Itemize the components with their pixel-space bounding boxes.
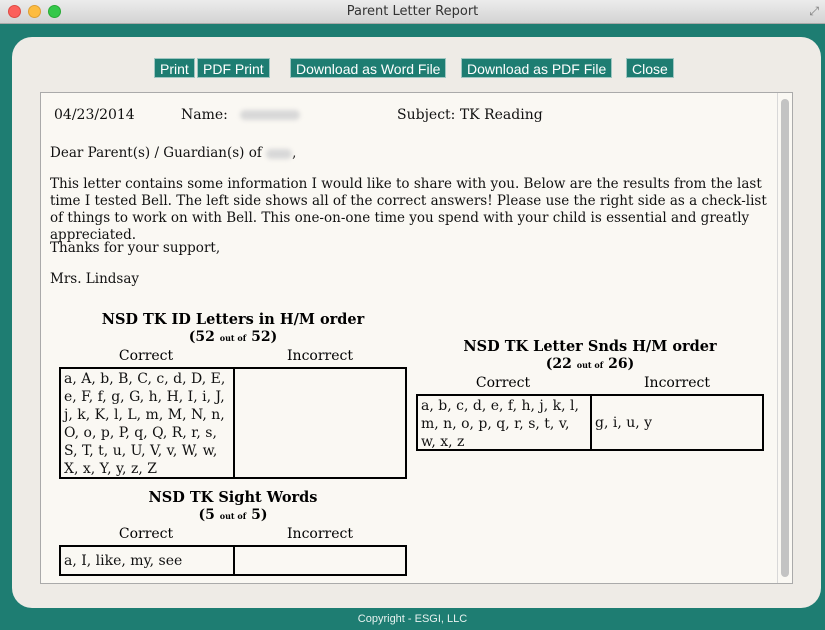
name-label: Name: — [181, 107, 228, 123]
report-content[interactable]: 04/23/2014 Name: Subject: TK Reading Dea… — [40, 92, 793, 584]
sounds-incorrect-header: Incorrect — [644, 375, 710, 391]
greeting-text: Dear Parent(s) / Guardian(s) of — [50, 145, 262, 161]
sounds-total: 26 — [608, 356, 628, 372]
sight-out-of: out of — [219, 511, 247, 521]
thanks-line: Thanks for your support, — [50, 240, 221, 256]
fullscreen-icon[interactable]: ⤢ — [809, 4, 819, 19]
letters-correct-cell: a, A, b, B, C, c, d, D, E, e, F, f, g, G… — [59, 367, 235, 479]
subject-label: Subject: TK Reading — [397, 107, 543, 123]
letters-total: 52 — [251, 329, 271, 345]
sight-incorrect-cell — [233, 545, 407, 576]
sight-score-value: 5 — [205, 507, 215, 523]
sight-incorrect-header: Incorrect — [287, 526, 353, 542]
download-pdf-button[interactable]: Download as PDF File — [461, 58, 613, 78]
report-date: 04/23/2014 — [54, 107, 135, 123]
download-word-button[interactable]: Download as Word File — [290, 58, 447, 78]
window-title: Parent Letter Report — [346, 4, 479, 19]
vertical-scrollbar[interactable] — [777, 93, 792, 583]
letters-table-title: NSD TK ID Letters in H/M order — [101, 311, 365, 328]
letters-score: (52 out of 52) — [188, 329, 278, 345]
sounds-incorrect-cell: g, i, u, y — [590, 394, 764, 451]
letters-incorrect-cell — [233, 367, 407, 479]
redacted-student — [266, 148, 293, 159]
scrollbar-thumb[interactable] — [781, 99, 789, 577]
sounds-correct-cell: a, b, c, d, e, f, h, j, k, l, m, n, o, p… — [416, 394, 592, 451]
student-name-field: Name: — [181, 107, 301, 123]
sounds-score-value: 22 — [552, 356, 572, 372]
print-button[interactable]: Print — [154, 58, 195, 78]
letters-out-of: out of — [219, 333, 247, 343]
letters-score-value: 52 — [195, 329, 215, 345]
greeting: Dear Parent(s) / Guardian(s) of , — [50, 145, 296, 161]
sounds-correct-header: Correct — [475, 375, 531, 391]
sight-table-title: NSD TK Sight Words — [148, 489, 318, 506]
sight-correct-cell: a, I, like, my, see — [59, 545, 235, 576]
close-button[interactable]: Close — [626, 58, 674, 78]
letters-incorrect-header: Incorrect — [287, 348, 353, 364]
redacted-name — [240, 110, 301, 120]
sounds-score: (22 out of 26) — [545, 356, 635, 372]
sounds-out-of: out of — [576, 360, 604, 370]
pdf-print-button[interactable]: PDF Print — [197, 58, 270, 78]
sight-score: (5 out of 5) — [198, 507, 268, 523]
window-titlebar: Parent Letter Report ⤢ — [0, 0, 825, 24]
copyright-footer: Copyright - ESGI, LLC — [357, 613, 468, 625]
sight-correct-header: Correct — [118, 526, 174, 542]
letter-body: This letter contains some information I … — [50, 176, 767, 243]
letters-correct-header: Correct — [118, 348, 174, 364]
sight-total: 5 — [251, 507, 261, 523]
sounds-table-title: NSD TK Letter Snds H/M order — [463, 338, 717, 355]
signature: Mrs. Lindsay — [50, 271, 140, 287]
greeting-suffix: , — [292, 145, 297, 161]
